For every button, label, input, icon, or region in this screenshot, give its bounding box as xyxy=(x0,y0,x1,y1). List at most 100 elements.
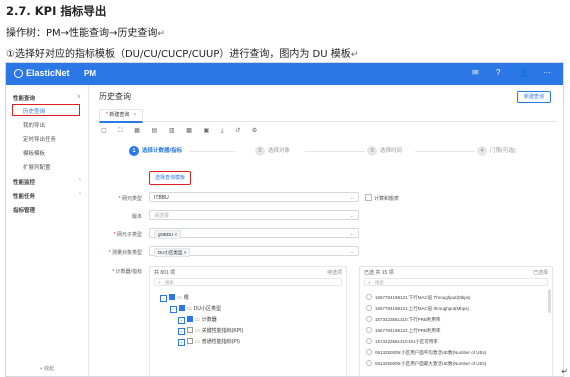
chevron-down-icon: ∨ xyxy=(76,94,81,100)
object-type-label: * 测量对象类型 xyxy=(108,250,142,256)
paragraph-mark: ↵ xyxy=(350,50,359,60)
tree-node-du-cell[interactable]: − ▭ DU小区类型 xyxy=(170,305,221,313)
collapse-icon[interactable]: − xyxy=(170,306,177,313)
selected-item[interactable]: 1567794198122:上行PRB利用率 xyxy=(366,327,441,334)
step-indicator: 1 选择计数器/指标 2 选择对象 3 选择时间 4 门限(可选) xyxy=(115,145,535,157)
selected-item[interactable]: 0613250009:小区用户面最大激活UE数(Number of UEs) xyxy=(366,360,486,367)
folder-icon: ▭ xyxy=(195,317,200,323)
tab-bar: * 新建查询 × xyxy=(95,107,557,123)
sidebar-item-history-query[interactable]: 历史查询 xyxy=(12,104,80,116)
network-type-label: * 网元类型 xyxy=(118,196,142,202)
logo-icon xyxy=(14,69,23,78)
mail-icon[interactable]: ✉ xyxy=(472,68,479,77)
checkbox-icon[interactable] xyxy=(187,316,193,322)
available-search-input[interactable]: ⌕ 搜索 xyxy=(154,278,342,286)
sidebar-group-perf-query[interactable]: 性能查询 ∨ xyxy=(6,91,88,103)
chevron-down-icon: ⌄ xyxy=(349,213,354,219)
step-connector xyxy=(190,151,235,152)
tree-node-pi[interactable]: + ▭ 普通性能指标(PI) xyxy=(178,338,240,346)
checkbox-icon[interactable] xyxy=(169,294,175,300)
checkbox-icon[interactable] xyxy=(187,338,193,344)
sidebar-group-perf-task[interactable]: 性能任务 ‹ xyxy=(6,189,88,201)
folder-icon: ▭ xyxy=(195,339,200,345)
version-label: 版本 xyxy=(131,214,142,220)
app-logo[interactable]: ElasticNet xyxy=(14,68,70,78)
radio-icon xyxy=(366,316,372,322)
main-content: 历史查询 新建查询 * 新建查询 × ▢ ⛶ ▦ ▤ ▥ ▩ ▣ ⤓ ↺ ⚙ 1选… xyxy=(89,85,563,376)
ne-type-label: * 网元子类型 xyxy=(113,232,142,238)
checkbox-icon xyxy=(365,194,372,201)
search-icon: ⌕ xyxy=(368,280,371,286)
selected-header-right: 已选择 xyxy=(532,270,548,276)
operation-path: 操作树：PM→性能查询→历史查询↵ xyxy=(6,24,165,39)
chevron-down-icon: ⌄ xyxy=(349,195,354,201)
ne-type-select[interactable]: gNBDU × ⌄ xyxy=(149,228,359,239)
radio-icon xyxy=(366,305,372,311)
step-select-time[interactable]: 3 选择时间 xyxy=(367,145,402,157)
toolbar-icons[interactable]: ▢ ⛶ ▦ ▤ ▥ ▩ ▣ ⤓ ↺ ⚙ xyxy=(101,127,262,135)
step-threshold[interactable]: 4 门限(可选) xyxy=(477,145,516,157)
radio-icon xyxy=(366,327,372,333)
folder-icon: ▭ xyxy=(177,295,182,301)
top-bar: ElasticNet PM ✉ ? 👤 ··· xyxy=(6,63,563,85)
checkbox-icon[interactable] xyxy=(179,305,185,311)
expand-icon[interactable]: + xyxy=(178,317,185,324)
close-icon[interactable]: × xyxy=(133,112,136,118)
sidebar-group-kpi-manage[interactable]: 指标管理 xyxy=(6,203,88,215)
paragraph-mark: ↵ xyxy=(561,367,568,376)
user-icon[interactable]: 👤 xyxy=(519,68,529,77)
tree-node-root[interactable]: − ▭ 根 xyxy=(160,294,189,302)
sidebar-item-scheduled-export[interactable]: 定时导出任务 xyxy=(6,132,88,144)
search-icon: ⌕ xyxy=(158,280,161,286)
radio-icon xyxy=(366,360,372,366)
selected-item[interactable]: 1567794198121:下行MAC层 Throughput(Mbps) xyxy=(366,294,471,301)
chevron-down-icon: ⌄ xyxy=(349,231,354,237)
selected-item[interactable]: 1573423561310:下行PRB利用率 xyxy=(366,316,441,323)
selected-item[interactable]: 1573423561310:DU小区可用率 xyxy=(366,338,438,345)
selected-item[interactable]: 1567794198121:上行MAC层 throughput(Mbps) xyxy=(366,305,469,312)
help-icon[interactable]: ? xyxy=(496,68,500,77)
step-instruction-text: ①选择好对应的指标模板（DU/CU/CUCP/CUUP）进行查询，图内为 DU … xyxy=(6,49,351,60)
module-name: PM xyxy=(84,69,96,78)
step-instruction: ①选择好对应的指标模板（DU/CU/CUCP/CUUP）进行查询，图内为 DU … xyxy=(6,45,358,60)
sidebar-item-templates[interactable]: 模板模板 xyxy=(6,146,88,158)
radio-icon xyxy=(366,294,372,300)
tree-node-kpi[interactable]: + ▭ 关键性能指标(KPI) xyxy=(178,327,243,335)
more-icon[interactable]: ··· xyxy=(543,68,551,77)
collapse-icon[interactable]: − xyxy=(160,295,167,302)
scrollbar[interactable] xyxy=(548,289,551,313)
collapse-sidebar-button[interactable]: « 收起 xyxy=(6,365,88,372)
screenshot-frame: ElasticNet PM ✉ ? 👤 ··· 性能查询 ∨ 历史查询 我的导出 … xyxy=(5,62,564,377)
expand-icon[interactable]: + xyxy=(178,328,185,335)
operation-path-text: 操作树：PM→性能查询→历史查询 xyxy=(6,28,158,39)
step-select-object[interactable]: 2 选择对象 xyxy=(255,145,290,157)
checkbox-icon[interactable] xyxy=(187,327,193,333)
section-heading: 2.7. KPI 指标导出 xyxy=(6,4,107,18)
counter-label: * 计数器/指标 xyxy=(112,269,142,275)
radio-icon xyxy=(366,338,372,344)
selected-item[interactable]: 0613250009:小区用户面平均激活UE数(Number of UEs) xyxy=(366,349,486,356)
unified-checkbox[interactable]: 计算和搬表 xyxy=(365,194,399,202)
tab-new-query[interactable]: * 新建查询 × xyxy=(99,109,144,123)
page-title: 历史查询 xyxy=(99,92,131,101)
object-type-select[interactable]: DU小区类型 × ⌄ xyxy=(149,246,359,257)
selected-search-input[interactable]: ⌕ 搜索 xyxy=(364,278,548,286)
version-select[interactable]: 请选择 ⌄ xyxy=(149,210,359,220)
sidebar-item-extension-config[interactable]: 扩展列配置 xyxy=(6,160,88,172)
folder-icon: ▭ xyxy=(195,328,200,334)
chevron-down-icon: ⌄ xyxy=(349,249,354,255)
tree-node-counters[interactable]: + ▭ 计数器 xyxy=(178,316,217,324)
network-type-select[interactable]: ITBBU ⌄ xyxy=(149,192,359,202)
paragraph-mark: ↵ xyxy=(157,29,165,39)
select-template-button[interactable]: 选择查询模板 xyxy=(149,171,192,185)
sidebar-item-my-export[interactable]: 我的导出 xyxy=(6,118,88,130)
new-query-button[interactable]: 新建查询 xyxy=(516,91,551,103)
expand-icon[interactable]: + xyxy=(178,339,185,346)
ne-type-chip[interactable]: gNBDU × xyxy=(154,230,182,239)
radio-icon xyxy=(366,349,372,355)
folder-icon: ▭ xyxy=(187,306,192,312)
sidebar-group-perf-monitor[interactable]: 性能监控 ‹ xyxy=(6,175,88,187)
step-select-counter[interactable]: 1 选择计数器/指标 xyxy=(129,145,182,157)
selected-count: 已选 共 15 项 xyxy=(364,270,394,276)
object-type-chip[interactable]: DU小区类型 × xyxy=(154,248,191,257)
